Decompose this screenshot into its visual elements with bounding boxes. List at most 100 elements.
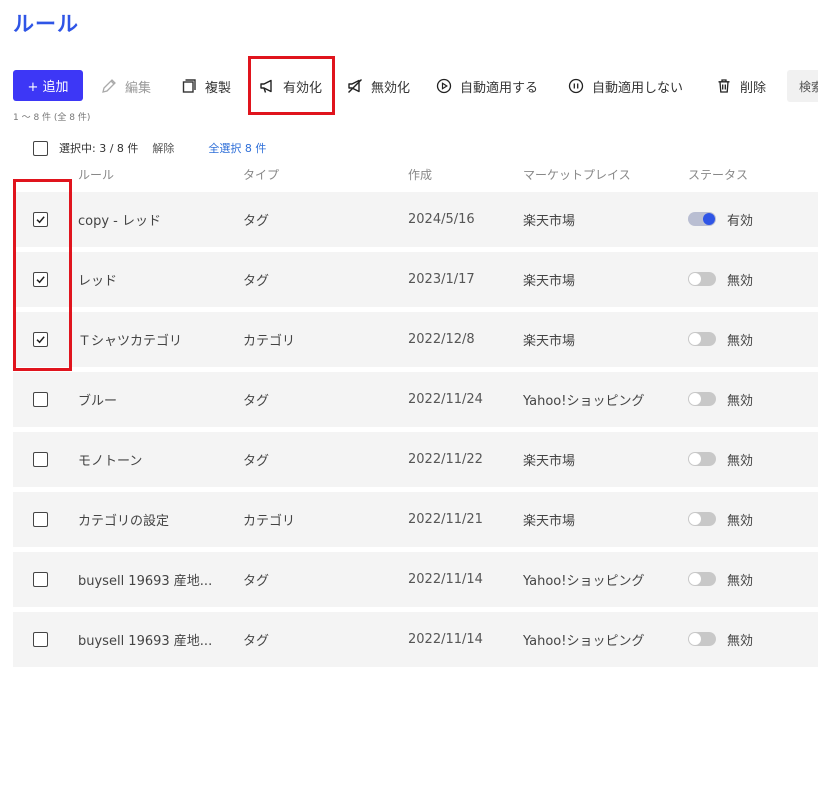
select-all-link[interactable]: 全選択 8 件 [208,140,266,156]
status-label: 無効 [727,394,754,409]
rule-name[interactable]: buysell 19693 産地... [78,612,228,667]
rule-created-date: 2023/1/17 [408,272,475,287]
delete-button[interactable]: 削除 [715,70,766,102]
table-row[interactable]: Ｔシャツカテゴリ カテゴリ 2022/12/8 楽天市場 無効 [13,312,818,367]
rule-created-date: 2022/12/8 [408,332,475,347]
column-header-type[interactable]: タイプ [243,166,279,183]
table-row[interactable]: モノトーン タグ 2022/11/22 楽天市場 無効 [13,432,818,487]
toggle-knob [689,512,701,525]
rule-marketplace: 楽天市場 [523,274,576,289]
status-toggle[interactable] [688,451,716,466]
table-row[interactable]: buysell 19693 産地... タグ 2022/11/14 Yahoo!ショッ… [13,612,818,667]
status-label: 無効 [727,334,754,349]
row-checkbox[interactable] [33,452,48,467]
rule-type: タグ [243,394,270,409]
trash-icon [715,77,733,95]
edit-button[interactable]: 編集 [100,70,151,102]
table-row[interactable]: buysell 19693 産地... タグ 2022/11/14 Yahoo!ショッ… [13,552,818,607]
toolbar: + 追加 編集 複製 有効化 無効化 自動適用する 自動適用しない 削除 検索 [13,70,818,102]
row-checkbox-cell [33,552,48,607]
row-checkbox[interactable] [33,572,48,587]
table-row[interactable]: カテゴリの設定 カテゴリ 2022/11/21 楽天市場 無効 [13,492,818,547]
megaphone-off-icon [346,77,364,95]
row-checkbox-cell [33,432,48,487]
row-checkbox[interactable] [33,512,48,527]
rule-name[interactable]: buysell 19693 産地... [78,552,228,607]
rule-marketplace: Yahoo!ショッピング [523,394,645,409]
status-cell: 無効 [688,612,753,667]
toggle-knob [689,632,701,645]
status-label: 無効 [727,454,754,469]
status-cell: 有効 [688,192,753,247]
row-checkbox-cell [33,612,48,667]
status-label: 無効 [727,634,754,649]
table-row[interactable]: レッド タグ 2023/1/17 楽天市場 無効 [13,252,818,307]
row-checkbox[interactable] [33,392,48,407]
status-cell: 無効 [688,372,753,427]
row-checkbox-cell [33,372,48,427]
disable-button[interactable]: 無効化 [346,70,410,102]
table-row[interactable]: copy - レッド タグ 2024/5/16 楽天市場 有効 [13,192,818,247]
column-header-created[interactable]: 作成 [408,166,432,183]
rule-created-date: 2024/5/16 [408,212,475,227]
disable-label: 無効化 [371,80,411,96]
rule-type: タグ [243,454,270,469]
status-cell: 無効 [688,492,753,547]
search-button[interactable]: 検索 [787,70,818,102]
status-toggle[interactable] [688,631,716,646]
edit-label: 編集 [125,80,152,96]
rule-created-date: 2022/11/14 [408,572,483,587]
rule-name[interactable]: レッド [78,252,228,307]
column-header-status[interactable]: ステータス [688,166,748,183]
toggle-knob [703,212,715,225]
rule-marketplace: 楽天市場 [523,454,576,469]
page-title: ルール [13,12,79,36]
rule-type: タグ [243,214,270,229]
auto-apply-button[interactable]: 自動適用する [435,70,538,102]
row-checkbox-cell [33,492,48,547]
play-circle-icon [435,77,453,95]
row-checkbox[interactable] [33,632,48,647]
status-toggle[interactable] [688,331,716,346]
result-count: 1 〜 8 件 (全 8 件) [13,113,91,123]
rule-created-date: 2022/11/14 [408,632,483,647]
status-toggle[interactable] [688,511,716,526]
status-toggle[interactable] [688,391,716,406]
rule-name[interactable]: Ｔシャツカテゴリ [78,312,228,367]
rule-marketplace: 楽天市場 [523,214,576,229]
status-cell: 無効 [688,552,753,607]
select-all-checkbox[interactable] [33,140,48,156]
status-label: 無効 [727,514,754,529]
rule-type: タグ [243,274,270,289]
rule-name[interactable]: モノトーン [78,432,228,487]
rule-marketplace: Yahoo!ショッピング [523,574,645,589]
column-header-marketplace[interactable]: マーケットプレイス [523,166,631,183]
status-toggle[interactable] [688,271,716,286]
table-row[interactable]: ブルー タグ 2022/11/24 Yahoo!ショッピング 無効 [13,372,818,427]
clear-selection-link[interactable]: 解除 [152,140,174,156]
toggle-knob [689,572,701,585]
rule-name[interactable]: カテゴリの設定 [78,492,228,547]
rule-marketplace: Yahoo!ショッピング [523,634,645,649]
duplicate-label: 複製 [205,80,232,96]
no-auto-apply-button[interactable]: 自動適用しない [567,70,683,102]
status-cell: 無効 [688,312,753,367]
toggle-knob [689,272,701,285]
no-auto-apply-label: 自動適用しない [592,80,684,96]
rule-name[interactable]: copy - レッド [78,192,228,247]
selected-count: 選択中: 3 / 8 件 [59,142,139,155]
rule-created-date: 2022/11/21 [408,512,483,527]
copy-icon [180,77,198,95]
rule-marketplace: 楽天市場 [523,514,576,529]
status-label: 無効 [727,574,754,589]
rule-name[interactable]: ブルー [78,372,228,427]
rule-type: カテゴリ [243,514,296,529]
rule-created-date: 2022/11/22 [408,452,483,467]
duplicate-button[interactable]: 複製 [180,70,231,102]
status-toggle[interactable] [688,211,716,226]
add-button[interactable]: + 追加 [13,70,83,101]
status-label: 有効 [727,214,754,229]
rule-created-date: 2022/11/24 [408,392,483,407]
column-header-rule[interactable]: ルール [78,166,114,183]
status-toggle[interactable] [688,571,716,586]
